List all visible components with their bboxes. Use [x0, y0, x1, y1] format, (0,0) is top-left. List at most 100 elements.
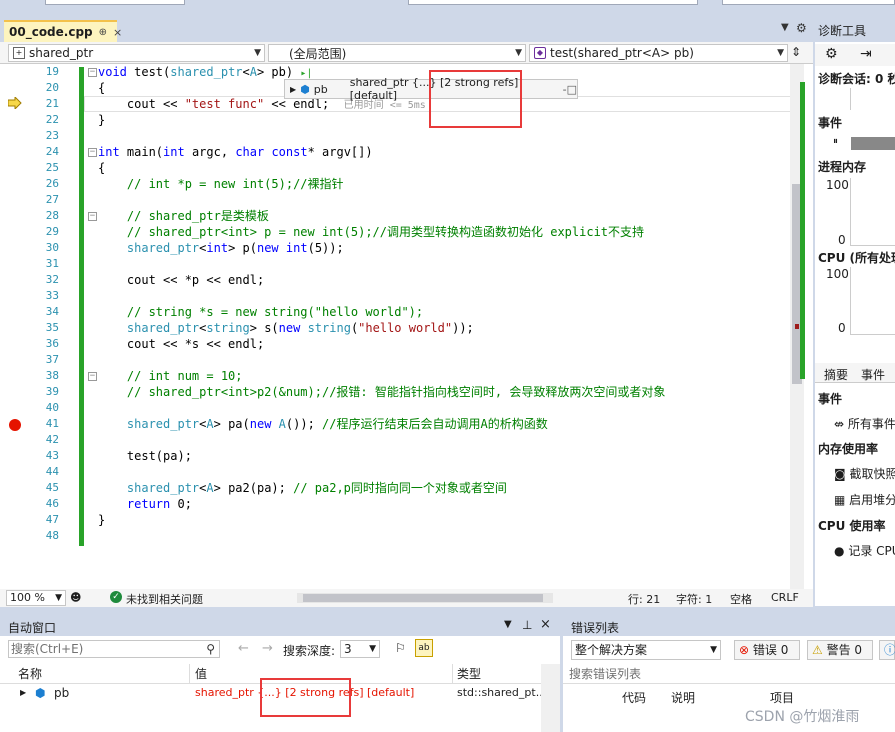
line-number: 26: [45, 177, 59, 190]
line-number: 29: [45, 225, 59, 238]
scroll-thumb[interactable]: [303, 594, 543, 602]
snapshot-button[interactable]: ◙ 截取快照: [831, 465, 895, 482]
errors-filter-button[interactable]: ⊗ 错误 0: [734, 640, 800, 660]
fold-toggle[interactable]: −: [88, 148, 97, 157]
code-line: cout << *s << endl;: [98, 337, 265, 351]
document-tab[interactable]: 00_code.cpp ⊕ ×: [4, 20, 122, 42]
chevron-down-icon[interactable]: ▼: [781, 22, 789, 33]
col-type[interactable]: 类型: [457, 664, 541, 684]
camera-icon: ◙: [834, 467, 846, 481]
tab-events[interactable]: 事件: [861, 366, 885, 383]
pin-icon[interactable]: ⚐: [395, 641, 406, 655]
settings-icon[interactable]: ⚙: [825, 46, 838, 62]
zoom-value: 100 %: [10, 591, 45, 604]
errors-title: 错误列表: [571, 621, 620, 635]
col-item[interactable]: 项目: [770, 688, 794, 708]
warnings-filter-button[interactable]: ⚠ 警告 0: [807, 640, 873, 660]
depth-select[interactable]: 3 ▼: [340, 640, 380, 658]
chevron-down-icon[interactable]: ▼: [504, 619, 512, 630]
code-editor[interactable]: 19 20 21 22 23 24 25 26 27 28 29 30 31 32 33 34 35 36 37 38…: [0, 64, 813, 589]
code-line: // shared_ptr是类模板: [126, 209, 269, 223]
line-number: 31: [45, 257, 59, 270]
code-line: // int *p = new int(5);//裸指针: [126, 177, 344, 191]
issues-text[interactable]: 未找到相关问题: [126, 591, 203, 607]
line-number: 35: [45, 321, 59, 334]
line-indicator[interactable]: 行: 21: [628, 591, 660, 607]
export-icon[interactable]: ⇥: [860, 46, 872, 62]
col-desc[interactable]: 说明: [671, 688, 695, 708]
heap-profiling-toggle[interactable]: ▦ 启用堆分析: [831, 491, 895, 508]
col-code[interactable]: 代码: [622, 688, 646, 708]
intellicode-icon[interactable]: ☻: [70, 591, 81, 604]
all-events-link[interactable]: ⇎ 所有事件: [831, 415, 895, 432]
messages-filter-button[interactable]: ⓘ: [879, 640, 895, 660]
pin-icon[interactable]: -□: [563, 83, 577, 96]
search-icon[interactable]: ⚲: [206, 641, 215, 657]
line-number: 19: [45, 65, 59, 78]
global-scope-select[interactable]: (全局范围) ▼: [268, 44, 526, 62]
forward-arrow-icon[interactable]: →: [262, 641, 273, 656]
cpu-header[interactable]: CPU (所有处理器): [815, 249, 895, 266]
timeline-ruler[interactable]: [850, 88, 895, 110]
autos-window: 自动窗口 ▼ ⊥ × 搜索(Ctrl+E) ⚲ ← → 搜索深度: 3 ▼ ⚐ ab…: [0, 616, 560, 732]
pin-icon[interactable]: ⊥: [522, 618, 532, 632]
zoom-select[interactable]: 100 % ▼: [6, 590, 66, 606]
errors-search-input[interactable]: 搜索错误列表: [563, 664, 895, 684]
project-scope-value: shared_ptr: [29, 46, 94, 60]
toolbar-combo[interactable]: [722, 0, 895, 5]
col-name[interactable]: 名称: [18, 664, 190, 684]
diag-session: 诊断会话: 0 秒: [818, 72, 895, 86]
close-icon[interactable]: ×: [540, 617, 551, 632]
fold-toggle[interactable]: −: [88, 212, 97, 221]
project-scope-select[interactable]: + shared_ptr ▼: [8, 44, 265, 62]
line-number: 39: [45, 385, 59, 398]
line-number: 25: [45, 161, 59, 174]
cpu-graph[interactable]: [850, 267, 895, 335]
toolbar-combo[interactable]: [45, 0, 185, 5]
split-icon[interactable]: ⇕: [791, 45, 801, 59]
expand-arrow-icon[interactable]: ▶: [290, 85, 296, 94]
eol-indicator[interactable]: CRLF: [771, 591, 799, 604]
breakpoint-icon[interactable]: [9, 419, 21, 431]
events-header[interactable]: 事件: [815, 114, 895, 131]
check-icon: ✓: [110, 591, 122, 603]
events-timeline[interactable]: [851, 137, 895, 150]
top-toolbar-strip: [0, 0, 895, 18]
horizontal-scrollbar[interactable]: [297, 593, 553, 603]
function-scope-select[interactable]: ◆ test(shared_ptr<A> pb) ▼: [529, 44, 788, 62]
editor-status-bar: 100 % ▼ ☻ ✓ 未找到相关问题 行: 21 字符: 1 空格 CRLF: [0, 589, 813, 607]
char-indicator[interactable]: 字符: 1: [676, 591, 712, 607]
close-icon[interactable]: ×: [113, 26, 122, 39]
vertical-scrollbar[interactable]: [541, 664, 560, 732]
memory-graph[interactable]: [850, 178, 895, 246]
expand-arrow-icon[interactable]: ▶: [20, 684, 26, 702]
errors-header: 代码 说明 项目: [563, 688, 895, 708]
code-text[interactable]: void test(shared_ptr<A> pb) ▸| { cout <<…: [98, 64, 798, 544]
hex-display-icon[interactable]: ab: [415, 639, 433, 657]
fold-toggle[interactable]: −: [88, 68, 97, 77]
error-scope-select[interactable]: 整个解决方案 ▼: [571, 640, 721, 660]
process-memory-header[interactable]: 进程内存: [815, 158, 895, 175]
record-cpu-label: 记录 CPU 配置文件: [848, 544, 895, 558]
line-number: 28: [45, 209, 59, 222]
line-number: 30: [45, 241, 59, 254]
autos-search-input[interactable]: 搜索(Ctrl+E) ⚲: [8, 640, 220, 658]
pin-icon[interactable]: ⊕: [99, 27, 107, 38]
snapshot-label: 截取快照: [849, 467, 895, 481]
whitespace-indicator[interactable]: 空格: [730, 591, 752, 607]
row-type: std::shared_pt...: [457, 686, 547, 699]
indicator-margin[interactable]: [0, 64, 30, 589]
watermark: CSDN @竹烟淮雨: [745, 709, 860, 725]
toolbar-combo[interactable]: [408, 0, 698, 5]
line-number: 38: [45, 369, 59, 382]
code-line: shared_ptr<A> pa2(pa); // pa2,p同时指向同一个对象…: [126, 481, 507, 495]
gear-icon[interactable]: ⚙: [796, 21, 807, 35]
datatip-name: pb: [313, 82, 328, 96]
chevron-down-icon: ▼: [777, 48, 784, 58]
tab-summary[interactable]: 摘要: [824, 366, 848, 383]
fold-toggle[interactable]: −: [88, 372, 97, 381]
record-cpu-button[interactable]: ● 记录 CPU 配置文件: [831, 542, 895, 559]
pause-icon[interactable]: ⏸: [833, 136, 838, 147]
back-arrow-icon[interactable]: ←: [238, 641, 249, 656]
